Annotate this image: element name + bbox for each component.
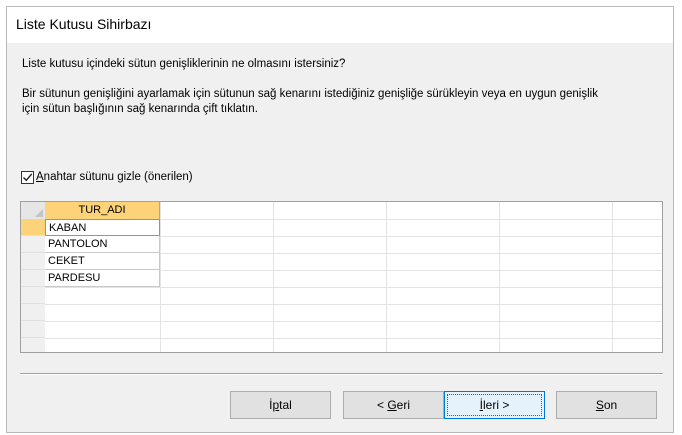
instruction-line-1: Bir sütunun genişliğini ayarlamak için s… bbox=[22, 88, 598, 100]
column-header-tur-adi[interactable]: TUR_ADI bbox=[45, 202, 160, 219]
back-button[interactable]: < Geri bbox=[343, 391, 444, 419]
table-cell-ceket[interactable]: CEKET bbox=[45, 253, 160, 270]
instruction-line-2: için sütun başlığının sağ kenarında çift… bbox=[22, 103, 258, 115]
dialog-title: Liste Kutusu Sihirbazı bbox=[16, 16, 152, 32]
hide-key-column-option[interactable]: Anahtar sütunu gizle (önerilen) bbox=[21, 169, 193, 185]
row-selector-6[interactable] bbox=[21, 304, 45, 321]
table-cell-pardesu[interactable]: PARDESU bbox=[45, 270, 160, 287]
row-selector-4[interactable] bbox=[21, 270, 45, 287]
row-selector-1[interactable] bbox=[21, 219, 45, 236]
column-width-grid[interactable]: TUR_ADI KABAN PANTOLON CEKET PARDESU bbox=[20, 201, 663, 353]
row-selector-5[interactable] bbox=[21, 287, 45, 304]
button-separator bbox=[20, 373, 663, 375]
cancel-button[interactable]: İp tal bbox=[230, 391, 331, 419]
wizard-dialog: Liste Kutusu Sihirbazı Liste kutusu için… bbox=[6, 6, 674, 433]
select-all-corner[interactable] bbox=[21, 202, 45, 219]
table-cell-kaban[interactable]: KABAN bbox=[45, 219, 160, 236]
row-selector-2[interactable] bbox=[21, 236, 45, 253]
corner-triangle-icon bbox=[35, 209, 43, 217]
checkmark-icon bbox=[23, 172, 33, 181]
title-bar[interactable]: Liste Kutusu Sihirbazı bbox=[7, 7, 673, 43]
next-button[interactable]: İleri > bbox=[444, 391, 545, 419]
table-cell-pantolon[interactable]: PANTOLON bbox=[45, 236, 160, 253]
hide-key-label: Anahtar sütunu gizle (önerilen) bbox=[36, 171, 193, 183]
row-selector-8[interactable] bbox=[21, 338, 45, 352]
row-selector-7[interactable] bbox=[21, 321, 45, 338]
question-text: Liste kutusu içindeki sütun genişlikleri… bbox=[22, 58, 346, 70]
hide-key-checkbox[interactable] bbox=[21, 170, 34, 184]
finish-button[interactable]: Son bbox=[556, 391, 657, 419]
row-selector-3[interactable] bbox=[21, 253, 45, 270]
